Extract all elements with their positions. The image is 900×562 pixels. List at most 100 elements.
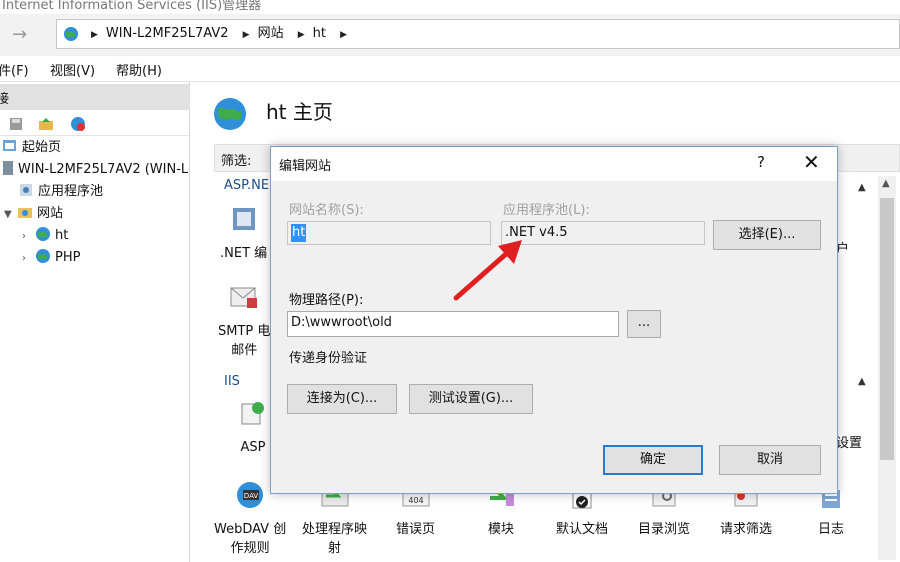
tree-label-sites: 网站 bbox=[37, 206, 64, 221]
server-icon bbox=[3, 161, 13, 175]
collapse-icon[interactable]: ▼ bbox=[4, 205, 14, 225]
section-iis[interactable]: IIS bbox=[224, 374, 240, 389]
app-pool-label: 应用程序池(L): bbox=[503, 203, 590, 218]
address-bar[interactable]: ▶ WIN-L2MF25L7AV2 ▶ 网站 ▶ ht ▶ bbox=[56, 19, 900, 49]
ok-button[interactable]: 确定 bbox=[603, 445, 703, 475]
breadcrumb-server[interactable]: WIN-L2MF25L7AV2 bbox=[106, 26, 229, 41]
feature-defaultdoc-label: 默认文档 bbox=[556, 522, 609, 537]
cancel-button[interactable]: 取消 bbox=[719, 445, 821, 475]
feature-net-label: .NET 编 bbox=[220, 246, 268, 261]
asp-icon bbox=[241, 402, 264, 425]
collapse-aspnet-icon[interactable]: ▲ bbox=[858, 182, 866, 193]
red-arrow-annotation bbox=[453, 240, 522, 301]
feature-webdav-label: WebDAV 创 bbox=[214, 522, 287, 537]
app-pools-icon bbox=[20, 184, 32, 196]
tree-item-ht[interactable]: › ht bbox=[22, 226, 68, 246]
expand-icon[interactable]: › bbox=[22, 249, 32, 269]
window-title-bar: Internet Information Services (IIS)管理器 bbox=[0, 0, 900, 14]
breadcrumb-sites[interactable]: 网站 bbox=[258, 26, 284, 41]
back-arrow-icon[interactable]: → bbox=[0, 20, 34, 50]
smtp-mail-icon bbox=[230, 287, 258, 308]
browse-button[interactable]: ... bbox=[627, 310, 661, 338]
site-globe-icon bbox=[214, 98, 246, 130]
tree-label-ht: ht bbox=[55, 228, 69, 243]
connect-globe-icon[interactable] bbox=[70, 116, 86, 132]
physical-path-value: D:\wwwroot\old bbox=[291, 315, 392, 330]
help-icon[interactable]: ? bbox=[757, 153, 765, 171]
filter-label: 筛选: bbox=[221, 154, 252, 169]
connections-toolbar bbox=[0, 112, 190, 136]
feature-handler-label: 处理程序映 bbox=[302, 522, 368, 537]
window-title: Internet Information Services (IIS)管理器 bbox=[2, 0, 262, 13]
main-scrollbar[interactable]: ▲ bbox=[878, 176, 896, 560]
edit-site-dialog: 编辑网站 ? ✕ 网站名称(S): ht 应用程序池(L): .NET v4.5… bbox=[270, 146, 838, 494]
page-title: ht 主页 bbox=[266, 100, 333, 124]
scroll-up-icon[interactable]: ▲ bbox=[882, 178, 890, 189]
feature-settings-partial-label: 设置 bbox=[836, 436, 863, 451]
test-settings-button[interactable]: 测试设置(G)... bbox=[409, 384, 533, 414]
tree-label-start: 起始页 bbox=[22, 140, 62, 155]
net-config-icon bbox=[232, 208, 255, 230]
site-name-label: 网站名称(S): bbox=[289, 203, 364, 218]
tree-item-apppools[interactable]: 应用程序池 bbox=[18, 182, 103, 202]
connections-header: 接 bbox=[0, 84, 190, 110]
address-row: → ▶ WIN-L2MF25L7AV2 ▶ 网站 ▶ ht ▶ bbox=[0, 14, 900, 56]
feature-webdav-label2: 作规则 bbox=[230, 541, 270, 556]
select-pool-button[interactable]: 选择(E)... bbox=[713, 220, 821, 250]
save-icon[interactable] bbox=[8, 116, 24, 132]
tree-label-php: PHP bbox=[55, 250, 81, 265]
breadcrumb-site[interactable]: ht bbox=[313, 26, 326, 41]
tree-item-server[interactable]: WIN-L2MF25L7AV2 (WIN-L bbox=[2, 160, 188, 180]
chevron-right-icon: ▶ bbox=[242, 30, 250, 40]
feature-errors-label: 错误页 bbox=[396, 522, 436, 537]
tree-label-apppools: 应用程序池 bbox=[38, 184, 104, 199]
webdav-icon: DAV bbox=[237, 482, 264, 508]
sites-folder-icon bbox=[18, 208, 32, 218]
feature-log-label: 日志 bbox=[817, 522, 844, 537]
feature-dirbrowse-label: 目录浏览 bbox=[638, 522, 691, 537]
feature-asp-label: ASP bbox=[240, 440, 266, 455]
physical-path-input[interactable]: D:\wwwroot\old bbox=[287, 311, 619, 337]
connect-as-button[interactable]: 连接为(C)... bbox=[287, 384, 397, 414]
start-page-icon bbox=[3, 140, 16, 151]
feature-asp[interactable]: ASP bbox=[236, 398, 270, 457]
svg-text:404: 404 bbox=[408, 496, 423, 505]
globe-icon bbox=[36, 249, 50, 263]
tree-item-php[interactable]: › PHP bbox=[22, 248, 80, 268]
connections-pane: 接 起始页 WIN-L2MF25L7AV2 (WIN-L 应用程序池 ▼ 网站 ›… bbox=[0, 82, 190, 562]
menu-help[interactable]: 帮助(H) bbox=[116, 60, 162, 79]
feature-settings-partial[interactable]: 设置 bbox=[836, 434, 862, 453]
dialog-title: 编辑网站 bbox=[279, 159, 332, 174]
menu-file[interactable]: 件(F) bbox=[0, 60, 29, 79]
feature-reqfilter-label: 请求筛选 bbox=[720, 522, 773, 537]
chevron-right-icon[interactable]: ▶ bbox=[340, 30, 347, 40]
menu-bar: 件(F) 视图(V) 帮助(H) bbox=[0, 56, 900, 82]
folder-up-icon[interactable] bbox=[38, 116, 54, 132]
feature-handler-label2: 射 bbox=[328, 541, 342, 556]
globe-icon bbox=[36, 227, 50, 241]
tree-label-server: WIN-L2MF25L7AV2 (WIN-L bbox=[18, 162, 189, 177]
breadcrumb: ▶ WIN-L2MF25L7AV2 ▶ 网站 ▶ ht ▶ bbox=[87, 20, 355, 48]
connections-header-label: 接 bbox=[0, 92, 10, 107]
physical-path-label: 物理路径(P): bbox=[289, 293, 364, 308]
chevron-right-icon: ▶ bbox=[297, 30, 305, 40]
site-name-value: ht bbox=[291, 224, 307, 242]
tree-item-sites[interactable]: ▼ 网站 bbox=[4, 204, 63, 224]
feature-smtp[interactable]: SMTP 电 邮件 bbox=[218, 282, 270, 360]
menu-view[interactable]: 视图(V) bbox=[50, 60, 95, 79]
chevron-right-icon: ▶ bbox=[91, 30, 98, 40]
close-icon[interactable]: ✕ bbox=[803, 150, 820, 174]
feature-net[interactable]: .NET 编 bbox=[220, 204, 267, 263]
feature-smtp-label: SMTP 电 bbox=[218, 324, 271, 339]
expand-icon[interactable]: › bbox=[22, 227, 32, 247]
collapse-iis-icon[interactable]: ▲ bbox=[858, 376, 866, 387]
svg-text:DAV: DAV bbox=[244, 492, 259, 500]
scrollbar-thumb[interactable] bbox=[880, 198, 894, 460]
globe-icon bbox=[64, 27, 78, 41]
passthrough-auth-label: 传递身份验证 bbox=[289, 351, 368, 366]
section-aspnet[interactable]: ASP.NE bbox=[224, 178, 269, 193]
tree-item-start[interactable]: 起始页 bbox=[2, 138, 61, 158]
feature-smtp-label2: 邮件 bbox=[231, 343, 258, 358]
dialog-title-bar[interactable]: 编辑网站 ? ✕ bbox=[271, 147, 837, 181]
feature-modules-label: 模块 bbox=[487, 522, 514, 537]
